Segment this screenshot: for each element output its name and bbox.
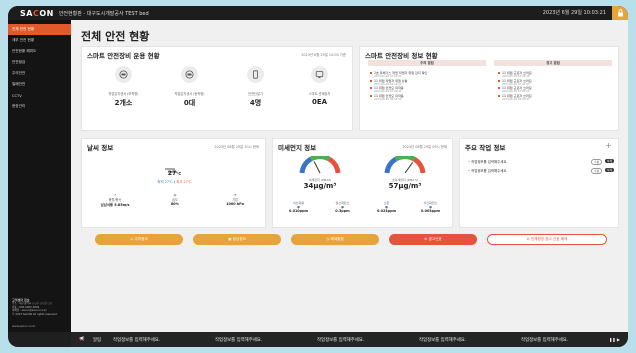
sacon-logo[interactable]: SACON [20, 9, 54, 18]
footer-line: © 2023 SACON All rights reserved. [12, 312, 58, 316]
warning-alert-list: 11 위험 근로자 쓰러짐 2023-06-29 10:02:18 11 위험 근… [498, 70, 594, 101]
sidebar: 전체 안전 현황 세부 안전 현황 안전현황 해피도 안전점검 주의안전 밀폐안… [8, 20, 71, 332]
list-item[interactable]: 11 위험 근로자 쓰러짐 2023-06-29 10:00:12 [498, 85, 594, 93]
list-item[interactable]: 11 위험 안전모 미착용 2023-06-29 09:58:30 [370, 93, 466, 101]
smart-info-panel: 스마트 안전장비 정보 현황 주의 알림 경고 알림 2호 유해가스 작업 작업… [359, 46, 619, 131]
panel-title: 날씨 정보 [87, 144, 114, 152]
sidebar-item-site-management[interactable]: 현장관리 [8, 101, 71, 112]
list-item[interactable]: 11 위험 근로자 쓰러짐 2023-06-29 09:59:47 [498, 93, 594, 101]
panel-timestamp: 2023년 06월 29일 09시 현재 [402, 145, 447, 149]
fine-dust-panel: 미세먼지 정보 2023년 06월 29일 09시 현재 미세먼지 (PM10)… [272, 138, 453, 228]
sidebar-item-detail-safety[interactable]: 세부 안전 현황 [8, 35, 71, 46]
sidebar-item-happy[interactable]: 안전현황 해피도 [8, 46, 71, 57]
edit-button[interactable]: 수정 [590, 168, 602, 174]
caution-info-button[interactable]: ⚠ 주의정보 [95, 234, 183, 245]
temperature-value: 27 [167, 170, 177, 177]
list-item: • 작업정보를 입력해주세요 수정 삭제 [468, 159, 614, 165]
warning-signal-button[interactable]: ⊘ 경고신호 [389, 234, 477, 245]
monitor-icon [311, 66, 328, 83]
megaphone-icon: 📢 [79, 337, 85, 342]
panel-timestamp: 2023년 06월 29일 10시 현재 [214, 145, 259, 149]
panel-timestamp: 2023년 6월 29일 10:03 기준 [301, 53, 346, 57]
stat-sensor-fixed: 작업감지센서 (모학형) 2개소 [96, 66, 151, 108]
sidebar-item-inspection[interactable]: 안전점검 [8, 57, 71, 68]
ticker-message: 작업정보를 입력해주세요. [419, 338, 467, 343]
pm25-gauge: 초미세먼지 (PM2.5) 57µg/m³ [380, 154, 430, 190]
main-content: 전체 안전 현황 스마트 안전장비 운용 현황 2023년 6월 29일 10:… [71, 20, 628, 332]
pm10-gauge: 미세먼지 (PM10) 34µg/m³ [295, 154, 345, 190]
notice-ticker-bar: 📢 알림 작업정보를 입력해주세요. 작업정보를 입력해주세요. 작업정보를 입… [71, 332, 628, 347]
sensor-icon [181, 66, 198, 83]
inspection-info-button[interactable]: ▣ 점검정보 [193, 234, 281, 245]
gas-so2: 이산화황 ● 0.010ppm [288, 201, 309, 213]
page-title: 전체 안전 현황 [81, 30, 150, 43]
pm10-value: 34µg/m³ [303, 182, 337, 190]
release-alarm-button[interactable]: ◷ 해제알림 [291, 234, 379, 245]
panel-title: 스마트 안전장비 운용 현황 [87, 52, 160, 60]
warning-alert-header: 경고 알림 [494, 60, 612, 66]
list-item[interactable]: 2호 유해가스 작업 작업자 위험 감지 확인 2023-06-29 10:02:… [370, 70, 466, 78]
temp-high: 최고 27℃ [176, 180, 192, 184]
footer-brand: www.sacon.co.kr [12, 324, 36, 328]
weather-panel: 날씨 정보 2023년 06월 29일 10시 현재 27℃ 최저 27℃ / … [81, 138, 266, 228]
panel-title: 주요 작업 정보 [465, 144, 506, 152]
work-info-panel: 주요 작업 정보 + • 작업정보를 입력해주세요 수정 삭제 • 작업정보를 … [459, 138, 619, 228]
ticker-message: 작업정보를 입력해주세요. [317, 338, 365, 343]
ticker-controls[interactable]: ❚❚ ▶ [609, 337, 620, 342]
lock-button[interactable] [612, 6, 628, 20]
add-work-button[interactable]: + [605, 141, 612, 150]
lock-icon [617, 9, 623, 17]
delete-button[interactable]: 삭제 [604, 159, 614, 163]
caution-alert-list: 2호 유해가스 작업 작업자 위험 감지 확인 2023-06-29 10:02:… [370, 70, 466, 101]
top-bar: SACON 안전현황판 - 대구도시개발공사 TEST bed 2023년 6월… [8, 6, 628, 20]
sidebar-footer: 고객센터 정보 주소 : 대구광역시 ○○구 ○○로 ○○ 대표 : 000-0… [12, 298, 68, 316]
humidity-info: ◍ 습도 80% [150, 193, 200, 206]
smartphone-icon [247, 66, 264, 83]
list-item[interactable]: 11 위험 안전모 미착용 2023-06-29 10:00:41 [370, 85, 466, 93]
sidebar-item-confined[interactable]: 밀폐안전 [8, 79, 71, 90]
gas-no2: 이산화질소 ● 0.003ppm [420, 201, 441, 213]
site-title: 안전현황판 - 대구도시개발공사 TEST bed [58, 10, 149, 17]
list-item[interactable]: 11 위험 근로자 쓰러짐 2023-06-29 10:01:33 [498, 78, 594, 86]
app-window: SACON 안전현황판 - 대구도시개발공사 TEST bed 2023년 6월… [8, 6, 628, 347]
pressure-info: ◔ 기압 1000 hPa [210, 193, 260, 206]
wind-info: ↗ 풍향/풍속 남남서풍 5.85m/s [90, 193, 140, 207]
current-datetime: 2023년 6월 29일 10:03:21 [542, 10, 606, 16]
stat-control-device: 스마트 관제장치 0EA [292, 66, 347, 106]
ticker-message: 작업정보를 입력해주세요. [521, 338, 569, 343]
temp-low: 최저 27℃ [157, 180, 173, 184]
stat-sensor-motion: 작업감지센서 (동작형) 0대 [162, 66, 217, 108]
caution-alert-header: 주의 알림 [368, 60, 486, 66]
list-item: • 작업정보를 입력해주세요 수정 삭제 [468, 168, 614, 174]
sidebar-item-overall-safety[interactable]: 전체 안전 현황 [8, 24, 71, 35]
list-item[interactable]: 11 위험 작업자 위험 상황 2023-06-29 10:01:52 [370, 78, 466, 86]
pm25-value: 57µg/m³ [388, 182, 422, 190]
panel-title: 스마트 안전장비 정보 현황 [365, 52, 438, 60]
ticker-message: 작업정보를 입력해주세요. [215, 338, 263, 343]
stat-safety-terminal: 안전단말기 4명 [228, 66, 283, 108]
sensor-icon [115, 66, 132, 83]
gas-co: 일산화탄소 ● 0.3ppm [335, 201, 350, 213]
smart-equipment-panel: 스마트 안전장비 운용 현황 2023년 6월 29일 10:03 기준 작업감… [81, 46, 353, 131]
ticker-message: 작업정보를 입력해주세요. [113, 338, 161, 343]
panel-title: 미세먼지 정보 [278, 144, 317, 152]
gas-o3: 오존 ● 0.023ppm [376, 201, 397, 213]
edit-button[interactable]: 수정 [590, 159, 602, 165]
sidebar-item-cctv[interactable]: CCTV [8, 90, 71, 101]
reset-all-warnings-button[interactable]: ⊘ 전체현장 경고 신호 해제 [487, 234, 607, 245]
delete-button[interactable]: 삭제 [604, 168, 614, 172]
sidebar-item-caution[interactable]: 주의안전 [8, 68, 71, 79]
list-item[interactable]: 11 위험 근로자 쓰러짐 2023-06-29 10:02:18 [498, 70, 594, 78]
notice-label: 알림 [93, 338, 102, 343]
